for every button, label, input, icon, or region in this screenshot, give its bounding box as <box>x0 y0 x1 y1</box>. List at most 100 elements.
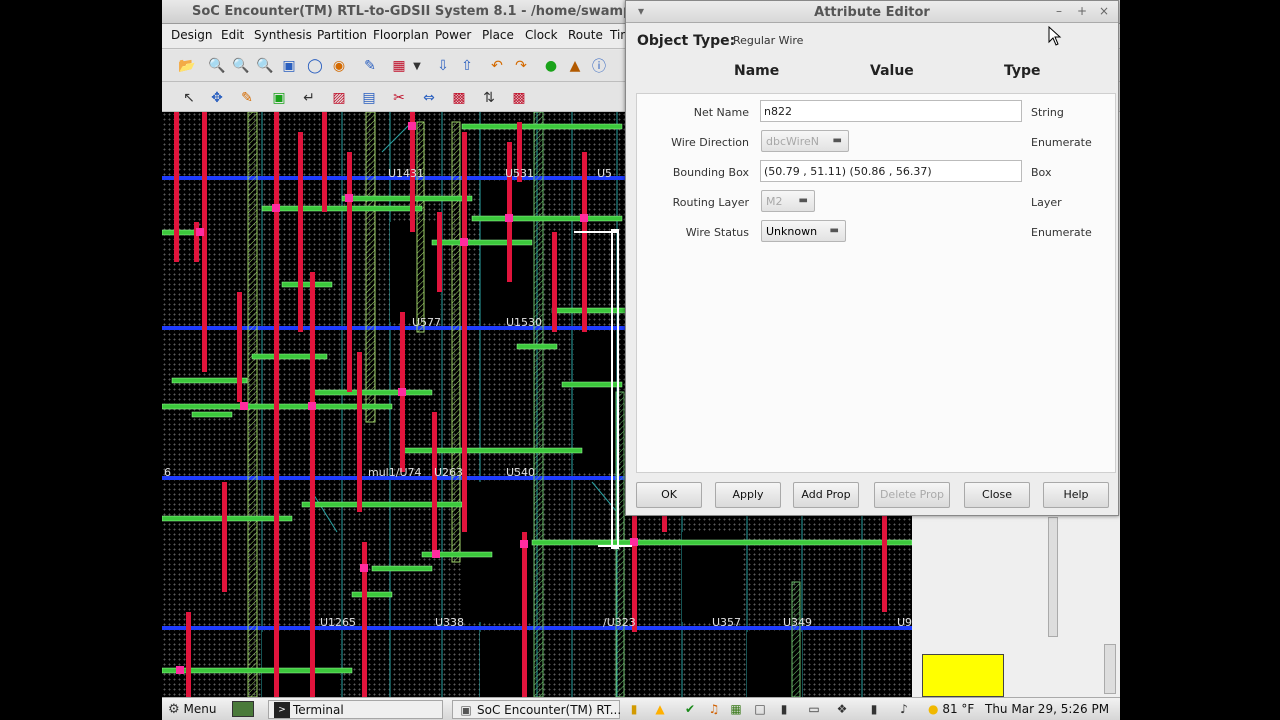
attr-name-bounding-box: Bounding Box <box>672 166 749 179</box>
cell-label: U1431 <box>388 167 425 180</box>
run-icon[interactable]: ● <box>540 55 562 77</box>
display-icon[interactable]: ▭ <box>806 701 822 717</box>
menu-floorplan[interactable]: Floorplan <box>373 28 429 42</box>
clipboard-icon[interactable]: □ <box>752 701 768 717</box>
close-button[interactable]: Close <box>964 482 1030 508</box>
attr-type: Enumerate <box>1031 136 1092 149</box>
cell-label: 6 <box>164 466 171 479</box>
zoom-fit-icon[interactable]: ▣ <box>278 55 300 77</box>
route-icon[interactable]: ⇅ <box>478 87 500 109</box>
attr-name-wire-status: Wire Status <box>685 226 749 239</box>
apply-button[interactable]: Apply <box>715 482 781 508</box>
task-terminal[interactable]: Terminal <box>268 700 443 719</box>
terminal-icon: > <box>274 702 290 718</box>
ruler-icon[interactable]: ✎ <box>236 87 258 109</box>
menu-partition[interactable]: Partition <box>317 28 367 42</box>
menu-edit[interactable]: Edit <box>221 28 244 42</box>
mouse-cursor-icon <box>1048 26 1062 46</box>
main-window-title: SoC Encounter(TM) RTL-to-GDSII System 8.… <box>192 4 642 19</box>
move-up-icon[interactable]: ⇧ <box>456 55 478 77</box>
notes-icon[interactable]: ▲ <box>652 701 668 717</box>
monitor-icon[interactable]: ▮ <box>866 701 882 717</box>
panel-scrollbar[interactable] <box>1048 517 1058 637</box>
battery-icon[interactable]: ▮ <box>776 701 792 717</box>
package-icon[interactable]: ▦ <box>728 701 744 717</box>
align-icon[interactable]: ▤ <box>358 87 380 109</box>
show-desktop-icon[interactable] <box>232 701 254 717</box>
cell-label: mul1/U74 <box>368 466 422 479</box>
dialog-titlebar[interactable]: ▾ Attribute Editor – + × <box>626 1 1118 23</box>
volume-icon[interactable]: ♪ <box>896 701 912 717</box>
menu-route[interactable]: Route <box>568 28 603 42</box>
weather-widget[interactable]: ● 81 °F <box>928 700 974 719</box>
layer-color-swatch[interactable] <box>922 654 1004 697</box>
routing-layer-select[interactable]: M2 ▬ <box>761 190 815 212</box>
move-icon[interactable]: ✥ <box>206 87 228 109</box>
menu-place[interactable]: Place <box>482 28 514 42</box>
select-tool-icon[interactable]: ✎ <box>359 55 381 77</box>
attribute-editor-dialog: ▾ Attribute Editor – + × Object Type: Re… <box>625 0 1119 516</box>
maximize-icon[interactable]: + <box>1077 4 1087 18</box>
cell-label: U357 <box>712 616 742 629</box>
task-terminal-label: Terminal <box>293 703 344 717</box>
help-button[interactable]: Help <box>1043 482 1109 508</box>
merge-icon[interactable]: ▩ <box>448 87 470 109</box>
wire-direction-value: dbcWireN <box>766 135 819 148</box>
menu-clock[interactable]: Clock <box>525 28 558 42</box>
stretch-icon[interactable]: ↵ <box>298 87 320 109</box>
chevron-down-icon: ▬ <box>798 195 808 206</box>
panel-scrollbar-right[interactable] <box>1104 644 1116 694</box>
cell-label: U338 <box>435 616 465 629</box>
gear-icon: ⚙ <box>168 702 180 717</box>
task-soc-encounter[interactable]: SoC Encounter(TM) RT... <box>452 700 622 719</box>
cell-label: U1530 <box>506 316 543 329</box>
minimize-icon[interactable]: – <box>1056 4 1062 18</box>
net-name-field[interactable]: n822 <box>760 100 1022 122</box>
redraw-icon[interactable]: ◉ <box>328 55 350 77</box>
cut-wire-icon[interactable]: ✂ <box>388 87 410 109</box>
redo-icon[interactable]: ↷ <box>510 55 532 77</box>
layer-icon[interactable]: ▩ <box>508 87 530 109</box>
add-prop-button[interactable]: Add Prop <box>793 482 859 508</box>
menu-synthesis[interactable]: Synthesis <box>254 28 312 42</box>
zoom-area-icon[interactable]: 🔍 <box>254 55 276 77</box>
wire-status-select[interactable]: Unknown ▬ <box>761 220 846 242</box>
undo-icon[interactable]: ↶ <box>486 55 508 77</box>
cell-label: U577 <box>412 316 442 329</box>
cell-label: /U323 <box>603 616 636 629</box>
color-dropdown-icon[interactable]: ▼ <box>406 55 428 77</box>
desktop-screen: SoC Encounter(TM) RTL-to-GDSII System 8.… <box>0 0 1280 720</box>
dropbox-icon[interactable]: ❖ <box>834 701 850 717</box>
add-rect-icon[interactable]: ▣ <box>268 87 290 109</box>
bounding-box-field[interactable]: (50.79 , 51.11) (50.86 , 56.37) <box>760 160 1022 182</box>
zoom-in-icon[interactable]: 🔍 <box>206 55 228 77</box>
update-check-icon[interactable]: ✔ <box>682 701 698 717</box>
weather-temperature: 81 °F <box>942 702 975 716</box>
task-encounter-label: SoC Encounter(TM) RT... <box>477 703 622 717</box>
pointer-icon[interactable]: ↖ <box>178 87 200 109</box>
delete-prop-button[interactable]: Delete Prop <box>874 482 950 508</box>
cell-label: U263 <box>434 466 464 479</box>
ok-button[interactable]: OK <box>636 482 702 508</box>
attr-name-wire-direction: Wire Direction <box>671 136 749 149</box>
headphones-icon[interactable]: ♫ <box>706 701 722 717</box>
chevron-down-icon: ▬ <box>829 225 839 236</box>
hierarchy-icon[interactable]: ▲ <box>564 55 586 77</box>
wire-direction-select[interactable]: dbcWireN ▬ <box>761 130 849 152</box>
window-icon: ▣ <box>460 703 472 717</box>
zoom-out-icon[interactable]: 🔍 <box>230 55 252 77</box>
object-type-label: Object Type: <box>637 33 736 49</box>
close-icon[interactable]: × <box>1099 4 1109 18</box>
split-icon[interactable]: ⇔ <box>418 87 440 109</box>
folder-icon[interactable]: ▮ <box>626 701 642 717</box>
open-folder-icon[interactable]: 📂 <box>176 55 198 77</box>
clock[interactable]: Thu Mar 29, 5:26 PM <box>985 700 1109 719</box>
menu-design[interactable]: Design <box>171 28 212 42</box>
menu-power[interactable]: Power <box>435 28 471 42</box>
zoom-previous-icon[interactable]: ◯ <box>304 55 326 77</box>
edit-wire-icon[interactable]: ▨ <box>328 87 350 109</box>
start-menu-button[interactable]: ⚙ Menu <box>168 700 216 719</box>
info-icon[interactable]: ⓘ <box>588 55 610 77</box>
taskbar: ⚙ Menu Terminal > SoC Encounter(TM) RT..… <box>162 697 1120 720</box>
move-down-icon[interactable]: ⇩ <box>432 55 454 77</box>
